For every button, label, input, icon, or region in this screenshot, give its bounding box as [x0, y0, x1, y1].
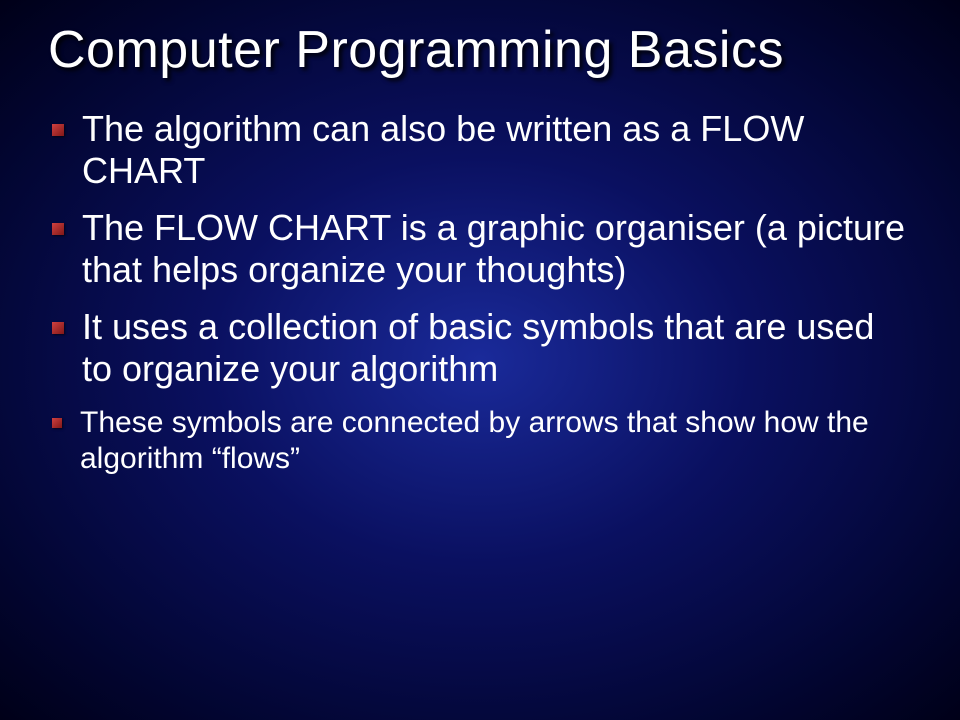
- bullet-text: The algorithm can also be written as a F…: [82, 108, 912, 193]
- bullet-icon: [52, 322, 64, 334]
- slide-title: Computer Programming Basics: [48, 20, 912, 80]
- list-item: The algorithm can also be written as a F…: [52, 108, 912, 193]
- list-item: The FLOW CHART is a graphic organiser (a…: [52, 207, 912, 292]
- list-item: These symbols are connected by arrows th…: [52, 405, 912, 478]
- bullet-text: The FLOW CHART is a graphic organiser (a…: [82, 207, 912, 292]
- bullet-text: These symbols are connected by arrows th…: [80, 405, 912, 478]
- bullet-icon: [52, 418, 62, 428]
- bullet-text: It uses a collection of basic symbols th…: [82, 306, 912, 391]
- list-item: It uses a collection of basic symbols th…: [52, 306, 912, 391]
- bullet-icon: [52, 223, 64, 235]
- presentation-slide: Computer Programming Basics The algorith…: [0, 0, 960, 720]
- bullet-list: The algorithm can also be written as a F…: [48, 108, 912, 478]
- bullet-icon: [52, 124, 64, 136]
